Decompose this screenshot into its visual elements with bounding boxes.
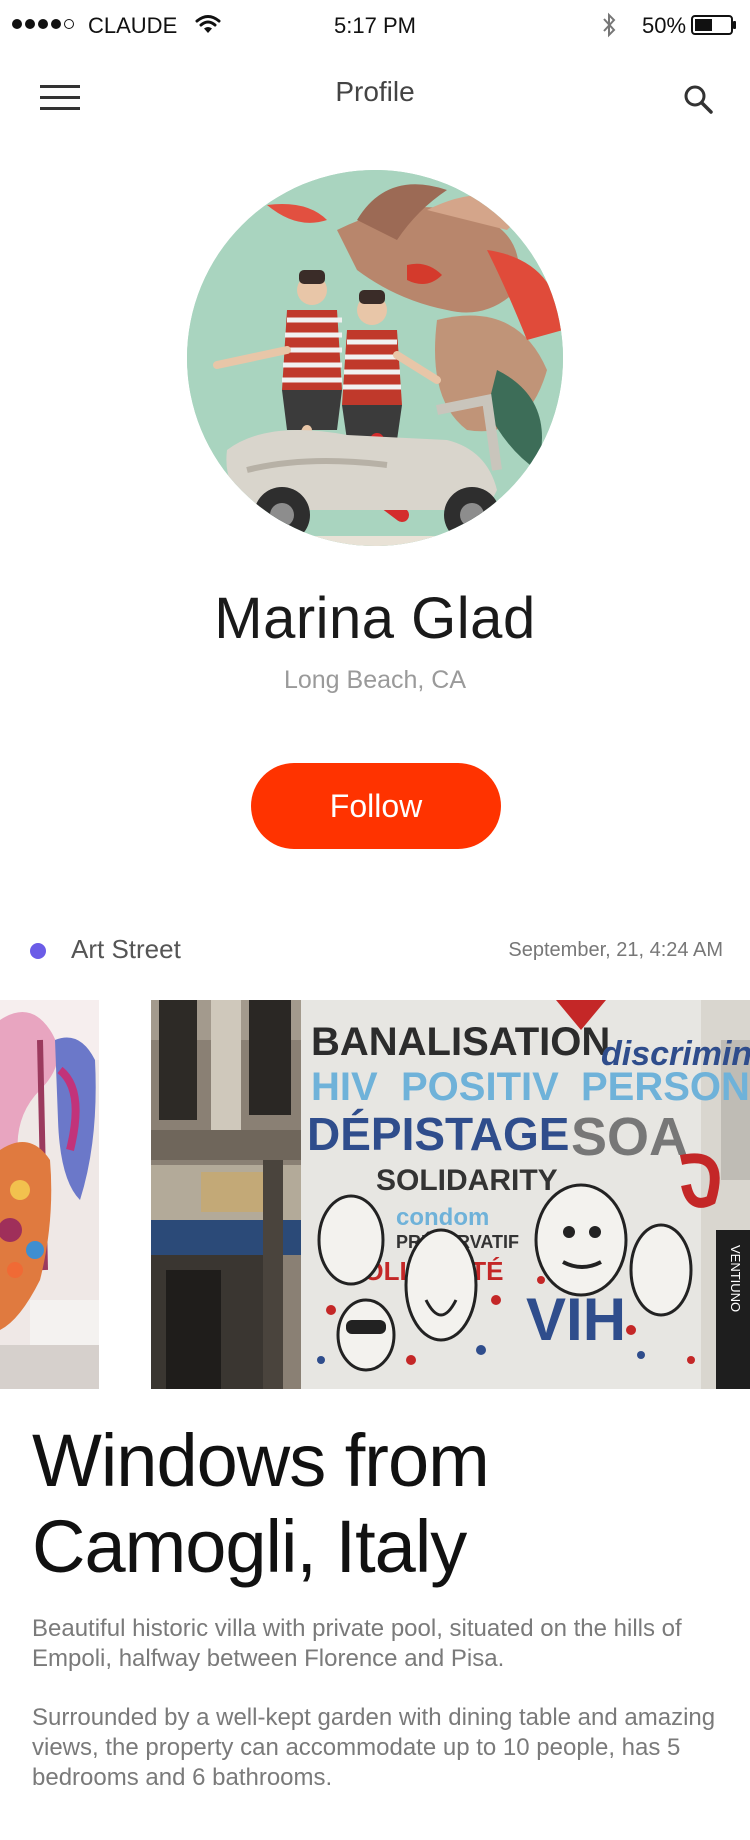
article-title: Windows from Camogli, Italy (32, 1419, 490, 1588)
mural-word: POSITIV (401, 1065, 559, 1109)
mural-word: SOA (571, 1107, 688, 1167)
status-bar: CLAUDE 5:17 PM 50% (0, 0, 750, 50)
follow-button[interactable]: Follow (251, 763, 501, 849)
mural-word: PERSON (581, 1065, 750, 1109)
article-paragraph: Surrounded by a well-kept garden with di… (32, 1704, 716, 1791)
mural-word: DÉPISTAGE (307, 1108, 569, 1160)
mural-word: HIV (311, 1065, 378, 1109)
gallery-image-main[interactable]: BANALISATION discriminat HIV POSITIV PER… (151, 1000, 750, 1389)
post-category[interactable]: Art Street (71, 934, 181, 965)
mural-word: VENTIUNO (728, 1245, 743, 1312)
gallery-image-previous[interactable] (0, 1000, 99, 1389)
battery-icon (691, 15, 736, 35)
status-time: 5:17 PM (334, 13, 416, 38)
mural-word: SOLIDARITY (376, 1164, 558, 1197)
mural-word: BANALISATION (311, 1020, 610, 1064)
bluetooth-icon (603, 12, 616, 38)
battery-percentage: 50% (642, 13, 687, 38)
page-title: Profile (335, 76, 415, 107)
search-icon[interactable] (682, 83, 714, 115)
category-dot-icon (30, 943, 46, 959)
profile-name: Marina Glad (214, 586, 536, 651)
profile-avatar (187, 170, 563, 546)
post-timestamp: September, 21, 4:24 AM (508, 939, 723, 961)
mural-word: condom (396, 1204, 489, 1231)
profile-location: Long Beach, CA (283, 666, 467, 694)
article-paragraph: Beautiful historic villa with private po… (32, 1615, 682, 1672)
